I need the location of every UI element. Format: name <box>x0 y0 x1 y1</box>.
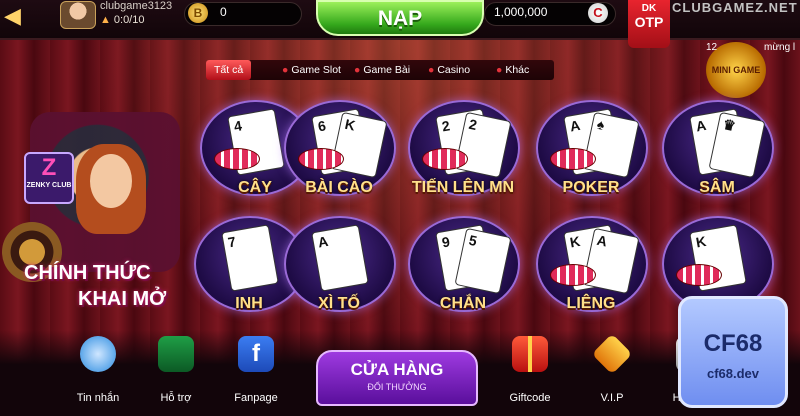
game-label: BÀI CÀO <box>305 179 373 196</box>
model-face <box>90 154 132 208</box>
game-tile-lieng[interactable]: K A LIÊNG <box>532 212 650 330</box>
back-arrow-icon[interactable]: ◀ <box>4 4 22 28</box>
notification-badge: 12 <box>706 42 718 53</box>
game-label: SÂM <box>699 179 735 196</box>
tab-game-slot-label: Game Slot <box>291 64 341 76</box>
zenky-club-logo: Z ZENKY CLUB <box>24 152 74 204</box>
tab-game-bai-label: Game Bài <box>363 64 411 76</box>
dot-icon: ● <box>282 64 289 76</box>
otp-register-button[interactable]: DK OTP <box>628 0 670 48</box>
nav-messages-label: Tin nhắn <box>76 392 120 404</box>
game-tile-chan[interactable]: 9 5 CHẮN <box>404 212 522 330</box>
coin-balance: 0 <box>220 5 227 19</box>
nav-messages[interactable]: Tin nhắn <box>68 336 128 404</box>
card-icon: 7 <box>221 224 279 292</box>
nav-fanpage[interactable]: f Fanpage <box>226 336 286 404</box>
chips-icon <box>214 148 260 170</box>
promo-headline-2: KHAI MỞ <box>78 288 167 310</box>
chips-icon <box>550 148 596 170</box>
nav-vip-label: V.I.P <box>600 392 624 404</box>
watermark-url: cf68.dev <box>706 366 760 381</box>
facebook-icon: f <box>238 336 274 372</box>
zenky-name: ZENKY CLUB <box>26 182 72 189</box>
game-label: XÌ TỐ <box>318 295 360 312</box>
tab-game-slot[interactable]: ● Game Slot <box>282 60 341 80</box>
chip-coin-icon: C <box>588 3 608 23</box>
tab-casino[interactable]: ● Casino <box>428 60 470 80</box>
zenky-letter: Z <box>41 154 57 181</box>
tab-casino-label: Casino <box>437 64 471 76</box>
nav-fanpage-label: Fanpage <box>234 392 278 404</box>
vip-progress: ▲ 0:0/10 <box>100 14 144 26</box>
nav-support-label: Hỗ trợ <box>160 392 192 404</box>
tab-other[interactable]: ● Khác <box>496 60 529 80</box>
vip-progress-text: 0:0/10 <box>113 14 145 26</box>
chips-icon <box>422 148 468 170</box>
card-icon: A <box>311 224 369 292</box>
store-button[interactable]: CỬA HÀNG ĐỔI THƯỞNG <box>316 350 478 406</box>
nav-support[interactable]: Hỗ trợ <box>146 336 206 404</box>
game-tile-bai-cao[interactable]: 6 K BÀI CÀO <box>280 96 398 214</box>
vip-diamond-icon <box>591 333 633 375</box>
dot-icon: ● <box>428 64 435 76</box>
nav-giftcode[interactable]: Giftcode <box>500 336 560 404</box>
messenger-icon <box>80 336 116 372</box>
game-label: LIÊNG <box>566 295 616 312</box>
otp-line1: DK <box>641 3 657 14</box>
gift-icon <box>512 336 548 372</box>
game-label: POKER <box>562 179 620 196</box>
dot-icon: ● <box>496 64 503 76</box>
tab-all-label: Tất cả <box>214 64 244 76</box>
deposit-button[interactable]: NẠP <box>316 0 484 36</box>
game-label: CHẮN <box>439 295 487 312</box>
chips-icon <box>298 148 344 170</box>
game-label: TIẾN LÊN MN <box>411 179 515 196</box>
game-tile-xi-to[interactable]: A XÌ TỐ <box>280 212 398 330</box>
promo-headline-1: CHÍNH THỨC <box>24 262 151 284</box>
store-subtitle: ĐỔI THƯỞNG <box>367 382 427 392</box>
category-tabs: Tất cả ● Game Slot ● Game Bài ● Casino ● Khá… <box>206 60 554 80</box>
chips-icon <box>676 264 722 286</box>
otp-line2: OTP <box>634 14 664 30</box>
game-tile-poker[interactable]: A ♠ POKER <box>532 96 650 214</box>
tab-other-label: Khác <box>505 64 530 76</box>
dot-icon: ● <box>354 64 361 76</box>
nav-giftcode-label: Giftcode <box>509 392 551 404</box>
avatar[interactable] <box>60 1 96 29</box>
gold-coin-icon: B <box>188 3 208 23</box>
username: clubgame3123 <box>100 0 173 12</box>
nav-vip[interactable]: V.I.P <box>582 333 642 404</box>
chip-balance: 1,000,000 <box>494 5 548 19</box>
marquee-text: mừng l <box>764 42 796 53</box>
store-title: CỬA HÀNG <box>350 360 444 379</box>
watermark-logo: CF68 <box>703 330 763 357</box>
site-name-text: CLUBGAMEZ.NET <box>672 0 798 15</box>
game-tile-tien-len[interactable]: 2 2 TIẾN LÊN MN <box>404 96 522 214</box>
game-tile-sam[interactable]: A ♛ SÂM <box>658 96 776 214</box>
vip-icon: ▲ <box>100 14 111 26</box>
tab-all[interactable]: Tất cả <box>206 60 252 80</box>
chips-icon <box>550 264 596 286</box>
tab-game-bai[interactable]: ● Game Bài <box>354 60 410 80</box>
phone-icon <box>158 336 194 372</box>
